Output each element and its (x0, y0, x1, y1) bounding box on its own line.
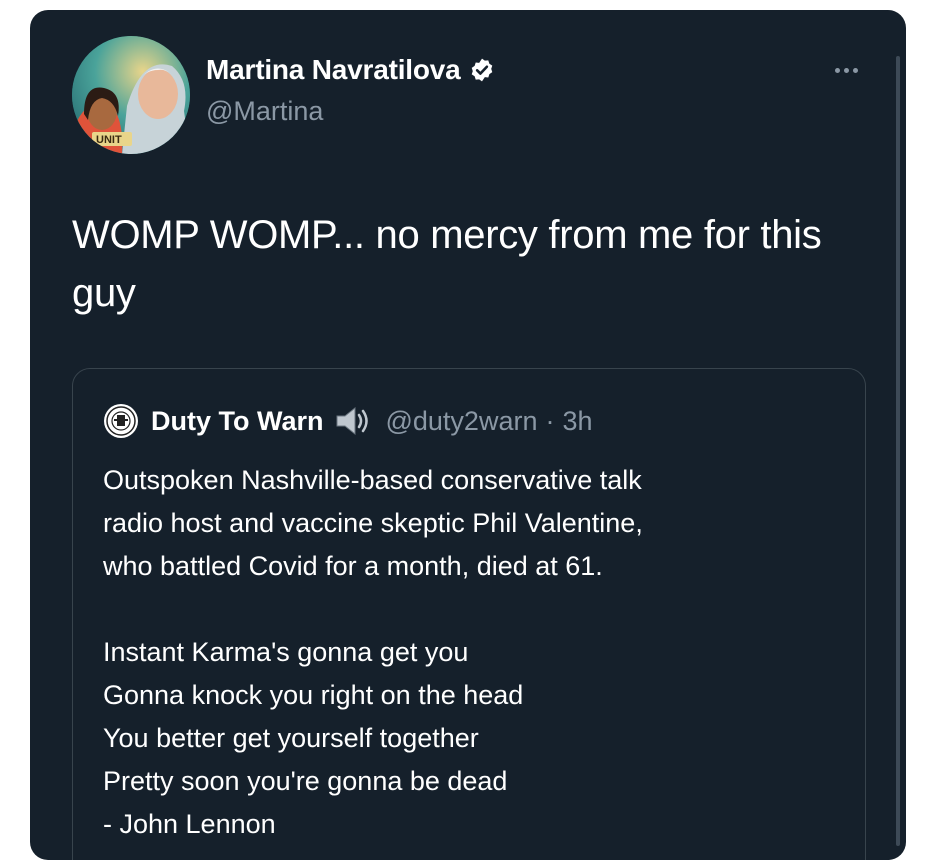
author-block: Martina Navratilova @Martina (206, 54, 495, 127)
quoted-line: who battled Covid for a month, died at 6… (103, 551, 603, 581)
quoted-tweet-header: Duty To Warn @duty2warn · 3h (103, 403, 593, 439)
quoted-timestamp[interactable]: 3h (562, 406, 592, 437)
more-horizontal-icon[interactable] (835, 68, 858, 73)
quoted-line: - John Lennon (103, 809, 276, 839)
tweet-text: WOMP WOMP... no mercy from me for this g… (72, 213, 822, 315)
quoted-line: Gonna knock you right on the head (103, 680, 524, 710)
verified-badge-icon (469, 57, 495, 83)
author-name-row: Martina Navratilova (206, 54, 495, 86)
scrollbar[interactable] (896, 56, 900, 846)
quoted-line: Instant Karma's gonna get you (103, 637, 469, 667)
quoted-line: You better get yourself together (103, 723, 479, 753)
quoted-author-avatar[interactable] (103, 403, 139, 439)
quoted-author-name[interactable]: Duty To Warn (151, 406, 323, 437)
quoted-line: Outspoken Nashville-based conservative t… (103, 465, 642, 495)
author-avatar[interactable]: UNIT (72, 36, 190, 154)
author-handle[interactable]: @Martina (206, 96, 495, 127)
quoted-tweet-body: Outspoken Nashville-based conservative t… (103, 459, 843, 846)
quoted-line: radio host and vaccine skeptic Phil Vale… (103, 508, 643, 538)
quoted-line-blank (103, 588, 843, 631)
avatar-badge-text: UNIT (96, 134, 122, 146)
quoted-line: Pretty soon you're gonna be dead (103, 766, 508, 796)
quoted-separator: · (545, 405, 555, 436)
quoted-author-handle[interactable]: @duty2warn (385, 406, 537, 437)
tweet-card: UNIT Martina Navratilova @Martina WOMP W… (30, 10, 906, 860)
quoted-tweet[interactable]: Duty To Warn @duty2warn · 3h Outspoken N… (72, 368, 866, 860)
speaker-icon (336, 406, 369, 436)
author-name[interactable]: Martina Navratilova (206, 54, 461, 86)
